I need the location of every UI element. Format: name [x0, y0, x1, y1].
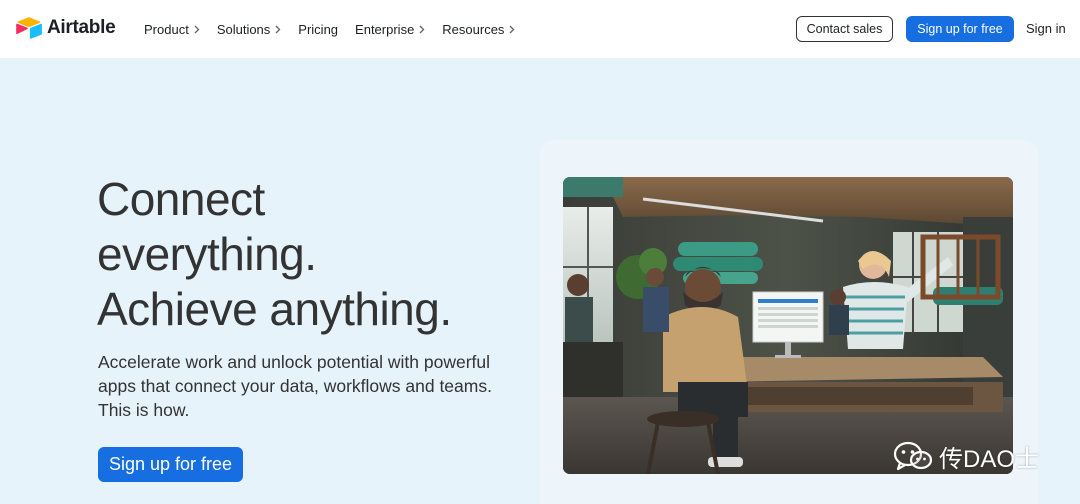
- signup-button-hero[interactable]: Sign up for free: [98, 447, 243, 482]
- chevron-right-icon: [194, 25, 200, 33]
- headline-line: Connect: [97, 173, 265, 225]
- wechat-watermark: 传DAO士: [893, 440, 1040, 473]
- nav-item-enterprise[interactable]: Enterprise: [355, 22, 425, 37]
- headline-line: everything.: [97, 228, 317, 280]
- chevron-right-icon: [419, 25, 425, 33]
- chevron-right-icon: [275, 25, 281, 33]
- hero-headline: Connect everything. Achieve anything.: [97, 172, 537, 337]
- wechat-icon: [893, 441, 933, 471]
- contact-sales-button[interactable]: Contact sales: [796, 16, 893, 42]
- nav-item-label: Pricing: [298, 21, 339, 37]
- signup-button-header[interactable]: Sign up for free: [906, 16, 1014, 42]
- chevron-right-icon: [509, 25, 515, 33]
- watermark-text: 传DAO士: [939, 445, 1040, 473]
- nav-item-label: Product: [144, 21, 189, 37]
- nav-item-label: Resources: [442, 21, 505, 37]
- nav-item-resources[interactable]: Resources: [442, 22, 515, 37]
- headline-line: Achieve anything.: [97, 283, 452, 335]
- nav-item-label: Enterprise: [355, 21, 415, 37]
- main-nav: Product Solutions Pricing Enterprise Res…: [144, 0, 532, 58]
- airtable-logo[interactable]: Airtable: [16, 17, 116, 39]
- nav-item-label: Solutions: [216, 21, 271, 37]
- nav-item-pricing[interactable]: Pricing: [298, 22, 338, 37]
- office-workspace-photo: [563, 177, 1013, 474]
- brand-name: Airtable: [47, 17, 116, 38]
- nav-item-product[interactable]: Product: [144, 22, 200, 37]
- signin-link[interactable]: Sign in: [1026, 21, 1066, 36]
- hero-subtext: Accelerate work and unlock potential wit…: [98, 352, 492, 420]
- top-navigation-bar: Airtable Product Solutions Pricing Enter…: [0, 0, 1080, 58]
- airtable-logo-icon: [16, 17, 42, 39]
- nav-item-solutions[interactable]: Solutions: [217, 22, 281, 37]
